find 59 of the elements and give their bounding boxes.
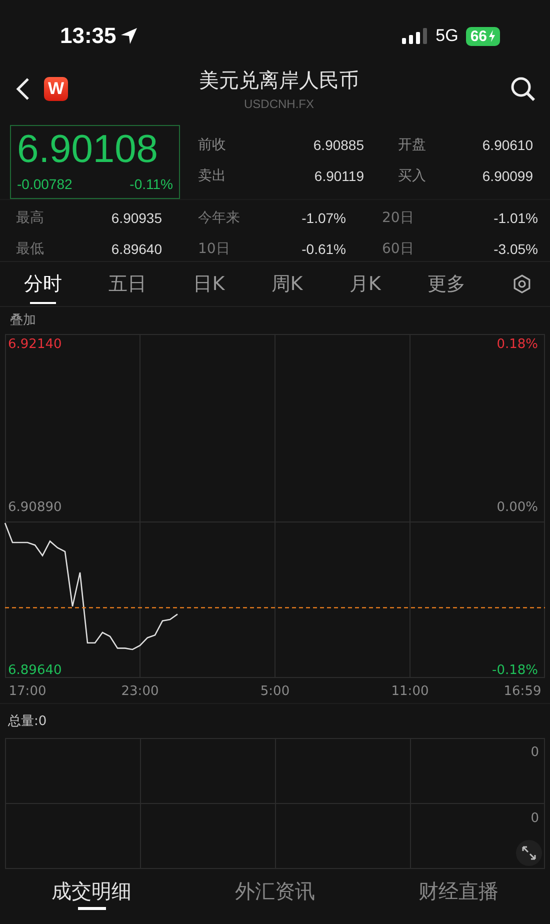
x-axis-label: 23:00 (121, 684, 159, 699)
stat-value: 6.89640 (110, 241, 162, 259)
overlay-label[interactable]: 叠加 (10, 311, 36, 329)
stat-value: 6.90099 (481, 168, 533, 185)
app-logo: W (44, 77, 68, 101)
stat-label: 前收 (198, 137, 227, 154)
y-axis-label: 6.89640 (8, 663, 62, 678)
stat-label: 卖出 (198, 168, 227, 185)
battery-indicator: 66 (466, 26, 500, 46)
expand-icon[interactable] (516, 840, 542, 866)
page-title: 美元兑离岸人民币 (199, 67, 359, 93)
stat-value: -1.01% (492, 210, 538, 228)
stat-value: -0.61% (300, 241, 346, 259)
stat-value: 6.90119 (313, 168, 364, 185)
stat-value: 6.90610 (481, 137, 533, 154)
search-icon[interactable] (510, 76, 536, 102)
x-axis-label: 16:59 (504, 684, 542, 699)
location-arrow-icon (120, 27, 138, 45)
back-icon[interactable] (16, 77, 30, 101)
stat-label: 最高 (16, 210, 45, 228)
stat-value: -3.05% (492, 241, 538, 259)
stat-label: 最低 (16, 241, 45, 259)
symbol-code: USDCNH.FX (244, 97, 314, 111)
bottom-tab[interactable]: 成交明细 (52, 878, 132, 910)
chart-tab[interactable]: 五日 (108, 264, 147, 304)
x-axis-label: 5:00 (260, 684, 290, 699)
bottom-tab[interactable]: 财经直播 (418, 878, 498, 910)
stat-label: 10日 (197, 241, 231, 259)
percent-axis-label: 0.18% (496, 336, 538, 352)
stat-label: 60日 (381, 241, 415, 259)
y-axis-label: 6.90890 (8, 500, 62, 515)
stat-value: 6.90885 (312, 137, 364, 154)
stat-label: 20日 (381, 210, 415, 228)
chart-tab[interactable]: 日K (193, 264, 225, 304)
signal-icon (402, 28, 428, 44)
last-price: 6.90108 (17, 128, 159, 172)
stat-value: 6.90935 (110, 210, 162, 228)
y-axis-label: 6.92140 (8, 336, 62, 352)
volume-total: 总量:0 (8, 713, 47, 730)
status-time: 13:35 (60, 23, 116, 49)
price-change: -0.00782 (17, 176, 72, 192)
volume-axis-label: 0 (530, 745, 539, 760)
stat-label: 开盘 (397, 137, 427, 154)
chart-tab[interactable]: 周K (271, 264, 303, 304)
x-axis-label: 11:00 (391, 684, 429, 699)
stat-label: 买入 (397, 168, 427, 185)
x-axis-label: 17:00 (8, 684, 46, 699)
volume-axis-label: 0 (530, 811, 539, 826)
stat-value: -1.07% (300, 210, 346, 228)
bottom-tab[interactable]: 外汇资讯 (234, 878, 315, 910)
chart-tab[interactable]: 分时 (24, 264, 62, 304)
stat-label: 今年来 (197, 210, 241, 228)
percent-axis-label: -0.18% (492, 663, 538, 678)
percent-axis-label: 0.00% (496, 500, 538, 515)
network-type: 5G (436, 26, 458, 46)
chart-tab[interactable]: 月K (349, 264, 381, 304)
settings-icon[interactable] (512, 274, 532, 294)
chart-tab[interactable]: 更多 (427, 264, 466, 304)
price-change-percent: -0.11% (130, 176, 173, 192)
